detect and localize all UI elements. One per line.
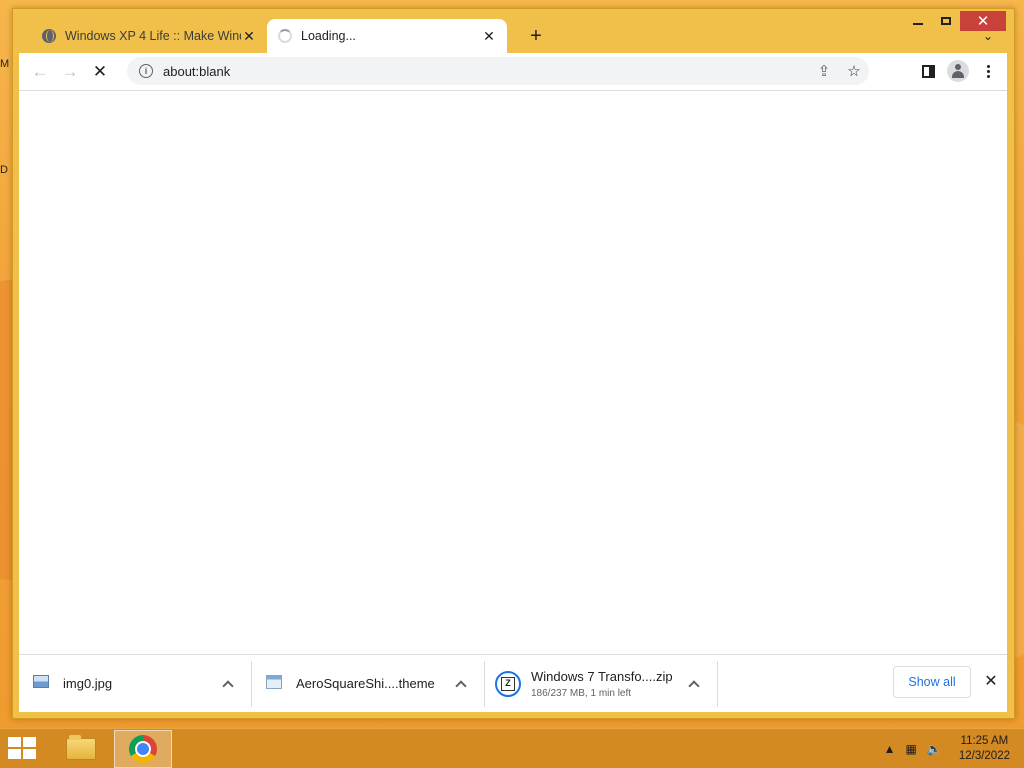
stop-x-icon: ✕ <box>92 61 108 81</box>
zip-file-icon: Z <box>501 676 515 691</box>
star-icon: ☆ <box>847 63 861 80</box>
page-content[interactable] <box>19 90 1007 654</box>
tab-search-button[interactable]: ⌄ <box>975 23 1001 49</box>
image-file-icon <box>33 674 51 693</box>
desktop-icon-label[interactable]: D <box>0 164 8 176</box>
arrow-left-icon: ← <box>31 61 49 81</box>
network-icon[interactable]: ▦ <box>906 742 917 756</box>
share-button[interactable]: ⇪ <box>809 56 839 86</box>
globe-icon <box>41 28 57 44</box>
close-icon: ✕ <box>483 27 495 44</box>
browser-toolbar: ← → ✕ i about:blank ⇪ ☆ <box>19 53 1007 90</box>
chevron-up-icon <box>688 679 700 692</box>
close-icon: ✕ <box>984 673 998 690</box>
download-shelf: img0.jpg AeroSquareShi....theme Z Window… <box>19 654 1007 712</box>
tab-title: Loading... <box>301 29 356 43</box>
start-button[interactable] <box>8 737 38 761</box>
theme-file-icon <box>266 674 284 693</box>
system-tray: ▲ ▦ 🔈 11:25 AM 12/3/2022 <box>879 729 1010 768</box>
taskbar: ▲ ▦ 🔈 11:25 AM 12/3/2022 <box>0 728 1024 768</box>
taskbar-file-explorer[interactable] <box>52 730 110 768</box>
stop-loading-button[interactable]: ✕ <box>85 57 115 87</box>
tab-loading[interactable]: Loading... ✕ <box>267 19 507 53</box>
download-options-button[interactable] <box>219 675 237 693</box>
tab-title: Windows XP 4 Life :: Make Windows <box>65 29 241 43</box>
download-options-button[interactable] <box>452 675 470 693</box>
clock-date: 12/3/2022 <box>958 750 1010 762</box>
download-options-button[interactable] <box>685 675 703 693</box>
download-item[interactable]: img0.jpg <box>19 660 252 707</box>
bookmark-button[interactable]: ☆ <box>839 56 869 86</box>
chevron-up-icon <box>222 679 234 692</box>
share-icon: ⇪ <box>817 63 831 80</box>
folder-icon <box>66 735 96 760</box>
close-shelf-button[interactable]: ✕ <box>981 671 1001 691</box>
browser-window: ✕ Windows XP 4 Life :: Make Windows ✕ Lo… <box>12 8 1015 719</box>
plus-icon: + <box>530 24 542 47</box>
address-bar[interactable]: i about:blank ⇪ ☆ <box>127 57 869 85</box>
tab-close-button[interactable]: ✕ <box>241 28 257 44</box>
download-item[interactable]: Z Windows 7 Transfo....zip 186/237 MB, 1… <box>485 660 718 707</box>
avatar-icon <box>947 60 969 82</box>
forward-button[interactable]: → <box>55 57 85 87</box>
download-item[interactable]: AeroSquareShi....theme <box>252 660 485 707</box>
address-bar-actions: ⇪ ☆ <box>809 57 869 85</box>
url-text[interactable]: about:blank <box>163 64 230 79</box>
show-all-downloads-button[interactable]: Show all <box>893 666 971 698</box>
tab-windows-xp-4-life[interactable]: Windows XP 4 Life :: Make Windows ✕ <box>31 19 267 53</box>
clock-time: 11:25 AM <box>960 735 1009 747</box>
arrow-right-icon: → <box>61 61 79 81</box>
side-panel-button[interactable] <box>913 56 943 86</box>
clock[interactable]: 11:25 AM 12/3/2022 <box>959 734 1010 764</box>
chevron-up-icon <box>455 679 467 692</box>
back-button[interactable]: ← <box>25 57 55 87</box>
profile-button[interactable] <box>943 56 973 86</box>
desktop-icon-label[interactable]: M <box>0 58 9 70</box>
show-hidden-icons-button[interactable]: ▲ <box>884 742 896 756</box>
loading-spinner-icon <box>277 28 293 44</box>
download-progress-ring: Z <box>495 670 521 697</box>
volume-icon[interactable]: 🔈 <box>927 742 942 756</box>
toolbar-actions <box>913 56 1003 86</box>
side-panel-icon <box>921 64 935 78</box>
kebab-menu-icon <box>986 64 990 78</box>
tab-close-button[interactable]: ✕ <box>481 28 497 44</box>
menu-button[interactable] <box>973 56 1003 86</box>
windows-logo-icon <box>8 737 21 747</box>
taskbar-chrome[interactable] <box>114 730 172 768</box>
tab-strip: Windows XP 4 Life :: Make Windows ✕ Load… <box>21 19 1001 53</box>
close-icon: ✕ <box>243 27 255 44</box>
chrome-icon <box>129 735 157 763</box>
new-tab-button[interactable]: + <box>521 21 551 51</box>
chevron-down-icon: ⌄ <box>982 29 994 43</box>
site-info-icon[interactable]: i <box>139 64 153 78</box>
